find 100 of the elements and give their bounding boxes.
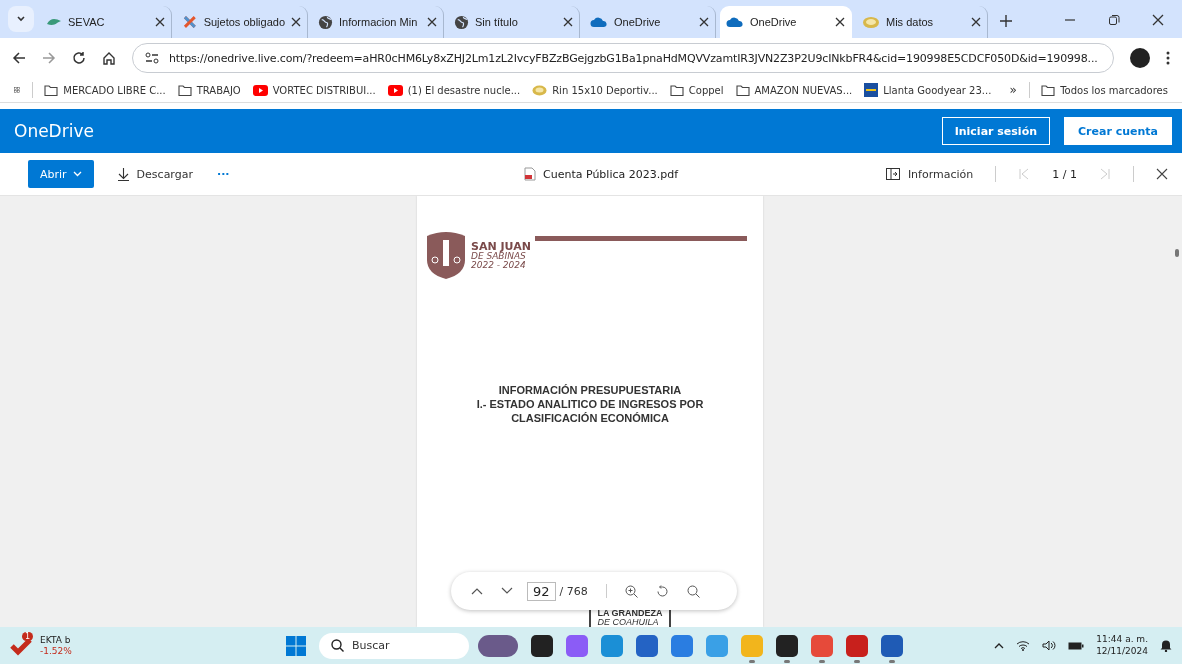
browser-tab[interactable]: OneDrive xyxy=(720,6,852,38)
browser-tab[interactable]: SEVAC xyxy=(40,6,172,38)
browser-tab[interactable]: Sin título xyxy=(448,6,580,38)
close-icon[interactable] xyxy=(291,17,301,27)
tab-title: Mis datos xyxy=(886,16,935,28)
info-button[interactable]: Información xyxy=(885,167,974,181)
scrollbar-thumb[interactable] xyxy=(1175,249,1179,257)
coin-icon xyxy=(532,84,548,96)
browser-tab[interactable]: Informacion Min xyxy=(312,6,444,38)
browser-tab[interactable]: Mis datos xyxy=(856,6,988,38)
tab-title: OneDrive xyxy=(750,16,798,28)
clock-time: 11:44 a. m. xyxy=(1096,633,1148,646)
browser-tab[interactable]: Sujetos obligado xyxy=(176,6,308,38)
back-arrow-icon[interactable] xyxy=(12,51,26,65)
close-icon[interactable] xyxy=(155,17,165,27)
document-heading: I.- ESTADO ANALITICO DE INGRESOS POR xyxy=(476,398,704,410)
browser-tab[interactable]: OneDrive xyxy=(584,6,716,38)
forward-arrow-icon[interactable] xyxy=(42,51,56,65)
globe-icon xyxy=(454,14,469,30)
site-favicon-icon xyxy=(864,83,879,97)
windows-start-icon[interactable] xyxy=(286,635,306,656)
tab-title: OneDrive xyxy=(614,16,662,28)
document-heading: CLASIFICACIÓN ECONÓMICA xyxy=(511,412,669,424)
site-settings-icon[interactable] xyxy=(145,52,159,64)
stock-name: EKTA b xyxy=(40,635,72,646)
bookmark-item[interactable]: Llanta Goodyear 23... xyxy=(864,83,992,97)
open-button[interactable]: Abrir xyxy=(28,160,94,188)
more-bookmarks-button[interactable]: » xyxy=(1009,83,1017,97)
bookmark-label: TRABAJO xyxy=(196,84,241,96)
running-indicator xyxy=(889,659,895,663)
bookmark-item[interactable]: AMAZON NUEVAS... xyxy=(735,84,853,96)
info-panel-icon xyxy=(885,168,900,180)
bookmark-label: Llanta Goodyear 23... xyxy=(883,84,992,96)
close-icon[interactable] xyxy=(1152,14,1164,26)
chevron-up-icon[interactable] xyxy=(994,642,1005,649)
page-number-field[interactable]: 92 xyxy=(527,581,556,601)
globe-icon xyxy=(318,14,333,30)
url-text: https://onedrive.live.com/?redeem=aHR0cHM6Ly8xZHJ2Lm1zL2IvcyFBZzBGejgzbG1Ba1pnaHdMQVVzamtIR3JVN2Z3P2U9cINkbFR4&cid=190998E5CDCF050D&id=190998... xyxy=(169,51,1098,65)
close-icon[interactable] xyxy=(1156,168,1168,180)
footer-logo-text: LA GRANDEZA xyxy=(597,609,663,618)
kebab-menu-icon[interactable] xyxy=(1166,51,1170,65)
close-icon[interactable] xyxy=(563,17,573,27)
address-field[interactable]: https://onedrive.live.com/?redeem=aHR0cHM6Ly8xZHJ2Lm1zL2IvcyFBZzBGejgzbG1Ba1pnaHdMQVVzamtIR3JVN2Z3P2U9cINkbFR4&cid=190998E5CDCF050D&id=190998... xyxy=(132,43,1114,73)
footer-logo-text: DE COAHUILA xyxy=(597,618,660,627)
close-icon[interactable] xyxy=(835,17,845,27)
rotate-icon[interactable] xyxy=(655,584,669,598)
wifi-icon[interactable] xyxy=(1016,640,1031,651)
tab-search-button[interactable] xyxy=(8,6,34,32)
running-indicator xyxy=(819,659,825,663)
tab-title: SEVAC xyxy=(68,16,106,28)
chevron-up-icon[interactable] xyxy=(471,587,483,595)
bookmark-item[interactable]: VORTEC DISTRIBUI... xyxy=(252,84,376,96)
cloud-icon xyxy=(726,16,744,28)
page-count: 1 / 1 xyxy=(1052,167,1077,181)
shield-logo-icon xyxy=(425,230,467,280)
bell-icon[interactable] xyxy=(1160,639,1172,652)
download-button[interactable]: Descargar xyxy=(117,167,193,181)
home-icon[interactable] xyxy=(102,51,116,65)
clock[interactable]: 11:44 a. m. 12/11/2024 xyxy=(1096,633,1148,658)
page-total: / 768 xyxy=(559,584,588,598)
speaker-icon[interactable] xyxy=(1042,640,1057,651)
running-indicator xyxy=(784,659,790,663)
document-heading: INFORMACIÓN PRESUPUESTARIA xyxy=(498,384,682,396)
reload-icon[interactable] xyxy=(72,51,86,65)
notification-badge: 1 xyxy=(22,632,34,642)
coin-icon xyxy=(862,15,880,29)
search-icon[interactable] xyxy=(686,584,700,598)
profile-avatar[interactable] xyxy=(1130,48,1150,68)
sign-in-button[interactable]: Iniciar sesión xyxy=(941,117,1051,145)
more-options-button[interactable]: ··· xyxy=(216,167,230,181)
zoom-in-icon[interactable] xyxy=(624,584,638,598)
create-account-button[interactable]: Crear cuenta xyxy=(1064,117,1172,145)
close-icon[interactable] xyxy=(971,17,981,27)
close-icon[interactable] xyxy=(427,17,437,27)
tab-title: Sujetos obligado xyxy=(203,16,285,28)
new-tab-icon[interactable] xyxy=(1000,15,1012,27)
taskbar-search-field[interactable]: Buscar xyxy=(319,632,469,659)
bookmark-label: VORTEC DISTRIBUI... xyxy=(272,84,376,96)
bookmark-label: MERCADO LIBRE C... xyxy=(63,84,166,96)
app-brand: OneDrive xyxy=(14,121,94,141)
running-indicator xyxy=(854,659,860,663)
search-placeholder: Buscar xyxy=(352,639,390,652)
bookmark-label: Coppel xyxy=(688,84,724,96)
bookmark-item[interactable]: Rin 15x10 Deportiv... xyxy=(532,84,658,96)
tab-title: Sin título xyxy=(475,16,519,28)
bookmark-item[interactable]: Coppel xyxy=(669,84,724,96)
bookmark-item[interactable]: TRABAJO xyxy=(177,84,241,96)
chevron-down-icon[interactable] xyxy=(501,587,513,595)
logo-subtitle: DE SABINAS xyxy=(471,251,526,261)
clock-date: 12/11/2024 xyxy=(1096,645,1148,658)
chevron-down-icon xyxy=(16,14,26,24)
stock-change: -1.52% xyxy=(40,645,72,656)
battery-icon[interactable] xyxy=(1068,640,1085,651)
bookmark-label: Rin 15x10 Deportiv... xyxy=(552,84,658,96)
bookmark-item[interactable]: MERCADO LIBRE C... xyxy=(44,84,166,96)
apps-grid-icon[interactable] xyxy=(14,84,20,96)
close-icon[interactable] xyxy=(699,17,709,27)
restore-icon[interactable] xyxy=(1108,14,1120,26)
pdf-file-icon xyxy=(524,167,536,181)
file-name: Cuenta Pública 2023.pdf xyxy=(543,167,679,181)
